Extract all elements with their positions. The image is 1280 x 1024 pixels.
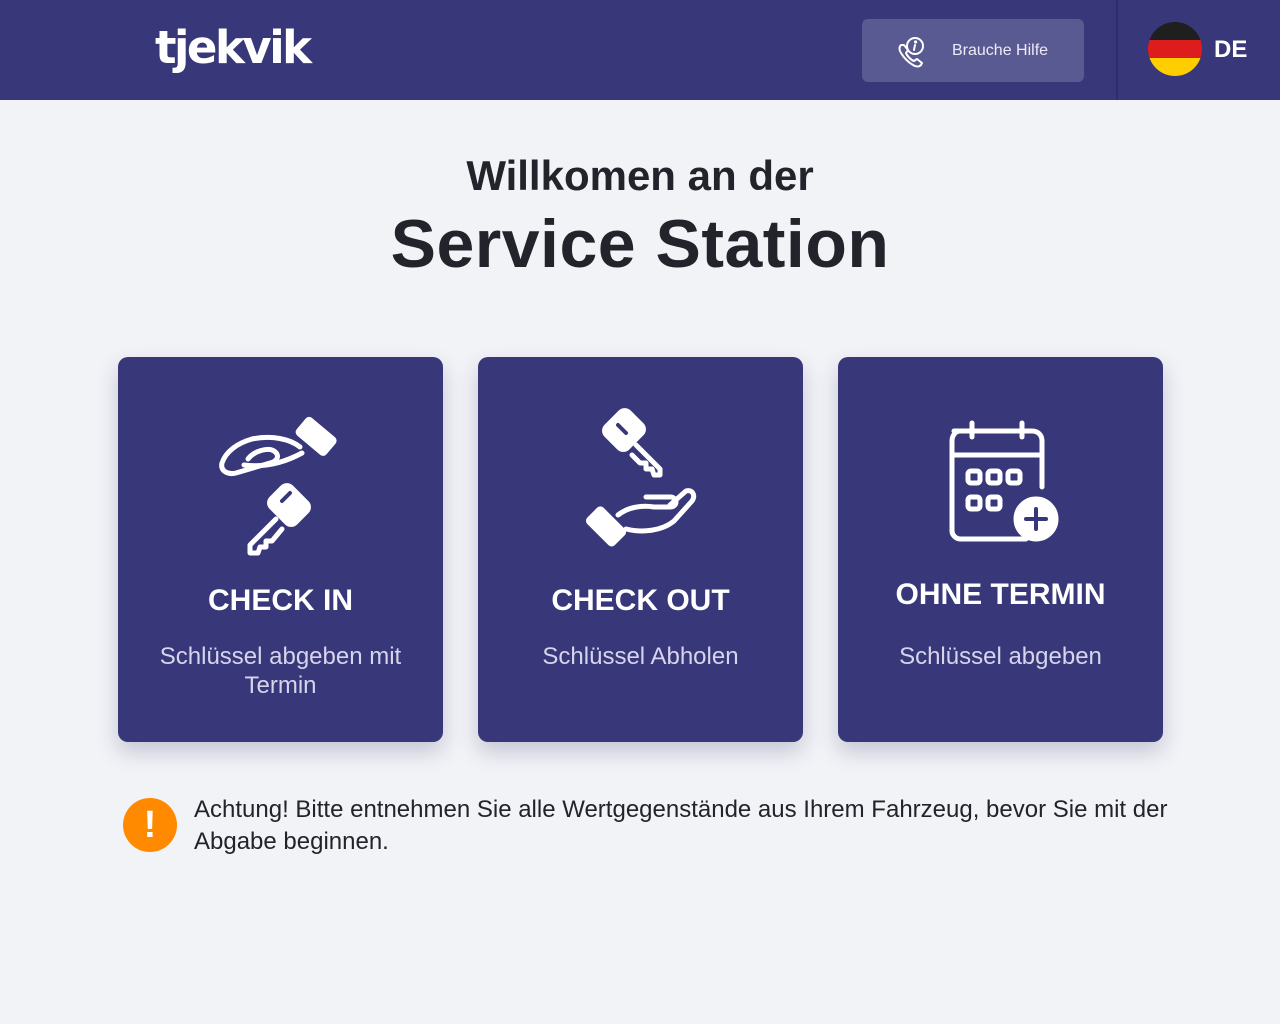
check-in-card[interactable]: CHECK IN Schlüssel abgeben mit Termin (118, 357, 443, 742)
warning-text: Achtung! Bitte entnehmen Sie alle Wertge… (194, 796, 1168, 855)
warning-notice: ! Achtung! Bitte entnehmen Sie alle Wert… (123, 796, 1167, 868)
tjekvik-logo: tjekvik (155, 21, 312, 74)
welcome-line: Willkomen an der (466, 152, 814, 199)
header-divider (1116, 0, 1118, 100)
check-out-card[interactable]: CHECK OUT Schlüssel Abholen (478, 357, 803, 742)
calendar-add-icon (949, 420, 1059, 542)
germany-flag-icon (1148, 22, 1202, 76)
check-in-subtitle: Schlüssel abgeben mit Termin (159, 643, 402, 699)
hand-receive-key-icon (219, 416, 337, 556)
exclamation-icon: ! (123, 798, 177, 852)
page-title: Service Station (390, 206, 890, 282)
check-out-title: CHECK OUT (551, 584, 730, 617)
ohne-termin-card[interactable]: OHNE TERMIN Schlüssel abgeben (838, 357, 1163, 742)
check-in-title: CHECK IN (207, 584, 353, 617)
key-to-hand-icon (585, 408, 697, 547)
header: tjekvik Brauche Hilfe DE (0, 0, 1280, 100)
help-button[interactable]: Brauche Hilfe (862, 19, 1084, 82)
phone-info-icon (898, 37, 924, 68)
ohne-termin-subtitle: Schlüssel abgeben (899, 643, 1102, 670)
help-button-label: Brauche Hilfe (952, 42, 1049, 59)
language-code: DE (1214, 36, 1248, 63)
language-selector[interactable]: DE (1148, 22, 1258, 78)
check-out-subtitle: Schlüssel Abholen (542, 643, 739, 670)
ohne-termin-title: OHNE TERMIN (895, 578, 1106, 611)
